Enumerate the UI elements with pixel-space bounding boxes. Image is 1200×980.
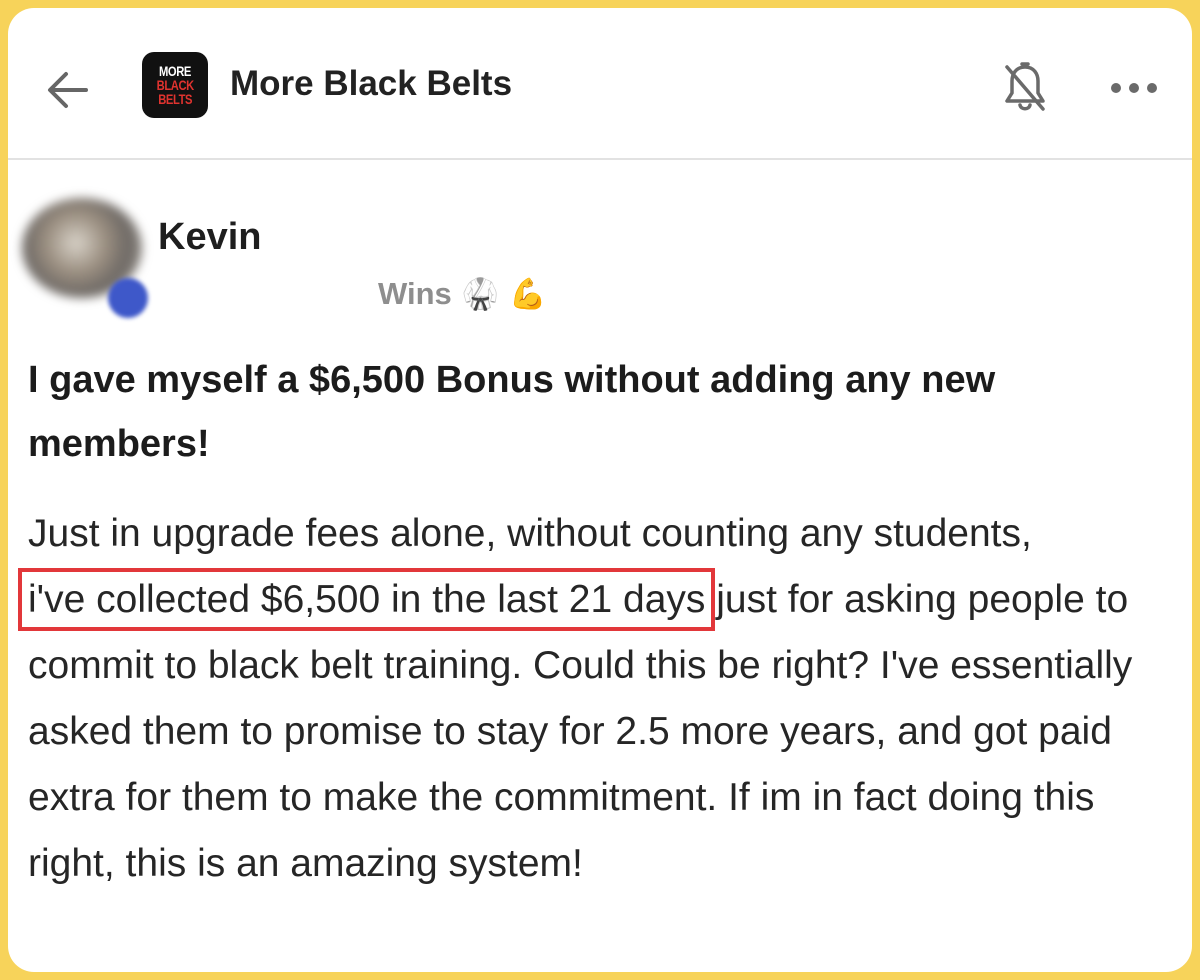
group-logo[interactable]: MORE BLACK BELTS: [142, 52, 208, 118]
logo-line-2: BLACK: [156, 77, 194, 93]
more-horizontal-icon: [1111, 83, 1157, 93]
more-options-button[interactable]: [1106, 68, 1162, 108]
post-card: MORE BLACK BELTS More Black Belts Kevin …: [8, 8, 1192, 972]
notifications-button[interactable]: [1000, 58, 1050, 118]
post-category[interactable]: Wins 🥋 💪: [378, 276, 547, 312]
body-text-rest: just for asking people to commit to blac…: [28, 578, 1133, 885]
martial-arts-uniform-icon: 🥋: [461, 276, 500, 312]
post-body: Just in upgrade fees alone, without coun…: [17, 501, 1188, 897]
category-label: Wins: [378, 276, 452, 311]
author-name[interactable]: Kevin: [158, 216, 261, 259]
body-text-intro: Just in upgrade fees alone, without coun…: [28, 512, 1032, 555]
back-button[interactable]: [38, 60, 98, 120]
group-header: MORE BLACK BELTS More Black Belts: [8, 8, 1192, 160]
highlighted-text: i've collected $6,500 in the last 21 day…: [17, 568, 716, 631]
logo-line-3: BELTS: [158, 91, 192, 107]
logo-line-1: MORE: [159, 63, 191, 79]
flexed-biceps-icon: 💪: [509, 276, 547, 312]
group-name[interactable]: More Black Belts: [230, 64, 512, 104]
avatar-badge: [108, 278, 148, 318]
bell-off-icon: [1005, 62, 1045, 111]
arrow-left-icon: [48, 72, 88, 108]
post-title: I gave myself a $6,500 Bonus without add…: [28, 359, 996, 465]
